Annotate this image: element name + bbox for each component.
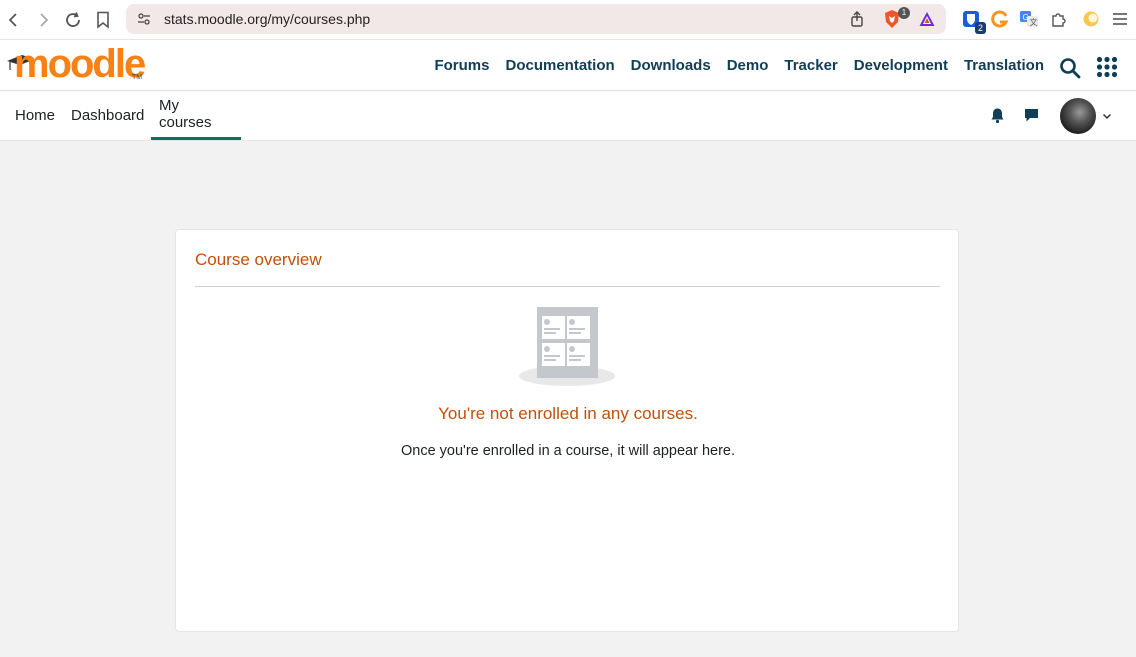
forward-button[interactable] (31, 8, 55, 32)
menu-documentation[interactable]: Documentation (506, 57, 615, 74)
menu-translation[interactable]: Translation (964, 57, 1044, 74)
menu-forums[interactable]: Forums (434, 57, 489, 74)
tab-home[interactable]: Home (7, 91, 63, 140)
tab-label: Dashboard (71, 107, 145, 124)
reload-icon (66, 12, 80, 27)
menu-tracker[interactable]: Tracker (784, 57, 837, 74)
logo-trademark: TM (132, 74, 143, 81)
site-header: moodle TM Forums Documentation Downloads… (0, 40, 1136, 91)
brave-rewards-icon[interactable] (918, 10, 936, 28)
menu-development[interactable]: Development (854, 57, 948, 74)
menu-downloads[interactable]: Downloads (631, 57, 711, 74)
extension-bitwarden[interactable]: 2 (960, 8, 986, 34)
notification-bell-icon[interactable] (989, 107, 1006, 124)
secondary-navigation: Home Dashboard My courses (0, 91, 1136, 141)
empty-courses-illustration-icon (519, 307, 615, 386)
apps-grid-icon[interactable] (1096, 56, 1118, 78)
back-button[interactable] (2, 8, 26, 32)
brave-shields-badge: 1 (898, 7, 910, 19)
extension-badge: 2 (974, 22, 986, 34)
messages-icon[interactable] (1023, 107, 1040, 124)
reload-button[interactable] (61, 8, 85, 32)
g-logo-icon (991, 10, 1009, 28)
card-title: Course overview (195, 250, 322, 269)
primary-menu: Forums Documentation Downloads Demo Trac… (434, 40, 1044, 91)
svg-text:G: G (1023, 13, 1029, 22)
url-text[interactable]: stats.moodle.org/my/courses.php (164, 11, 370, 27)
svg-text:文: 文 (1030, 17, 1038, 27)
bookmark-icon (97, 11, 109, 29)
share-icon[interactable] (848, 10, 866, 28)
address-bar[interactable]: stats.moodle.org/my/courses.php 1 (126, 4, 946, 34)
site-settings-icon[interactable] (136, 11, 152, 27)
moodle-logo[interactable]: moodle TM (6, 42, 146, 86)
chevron-down-icon[interactable] (1101, 110, 1113, 122)
browser-menu-button[interactable] (1109, 8, 1131, 30)
empty-state-subtitle: Once you're enrolled in a course, it wil… (400, 443, 736, 459)
tab-my-courses[interactable]: My courses (151, 91, 241, 140)
avatar[interactable] (1060, 98, 1096, 134)
search-icon[interactable] (1059, 57, 1081, 79)
tab-label: My courses (159, 97, 212, 131)
empty-state-title: You're not enrolled in any courses. (438, 404, 698, 423)
chevron-right-icon (40, 13, 49, 27)
puzzle-icon (1052, 13, 1066, 27)
tab-dashboard[interactable]: Dashboard (63, 91, 152, 140)
browser-toolbar: stats.moodle.org/my/courses.php 1 2 G文 (0, 0, 1136, 40)
course-overview-card: Course overview You're not enrolled in a… (175, 229, 959, 632)
extension-translate[interactable]: G文 (1018, 8, 1040, 30)
hamburger-icon (1113, 13, 1127, 25)
logo-text: moodle (14, 42, 146, 86)
extension-yellow[interactable] (1080, 8, 1102, 30)
translate-icon: G文 (1020, 11, 1038, 27)
divider (195, 286, 940, 287)
chevron-left-icon (8, 13, 17, 27)
tab-label: Home (15, 107, 56, 124)
sun-icon (1083, 11, 1099, 27)
extensions-button[interactable] (1048, 8, 1070, 30)
bookmark-button[interactable] (91, 8, 115, 32)
menu-demo[interactable]: Demo (727, 57, 769, 74)
extension-orange[interactable] (989, 8, 1011, 30)
